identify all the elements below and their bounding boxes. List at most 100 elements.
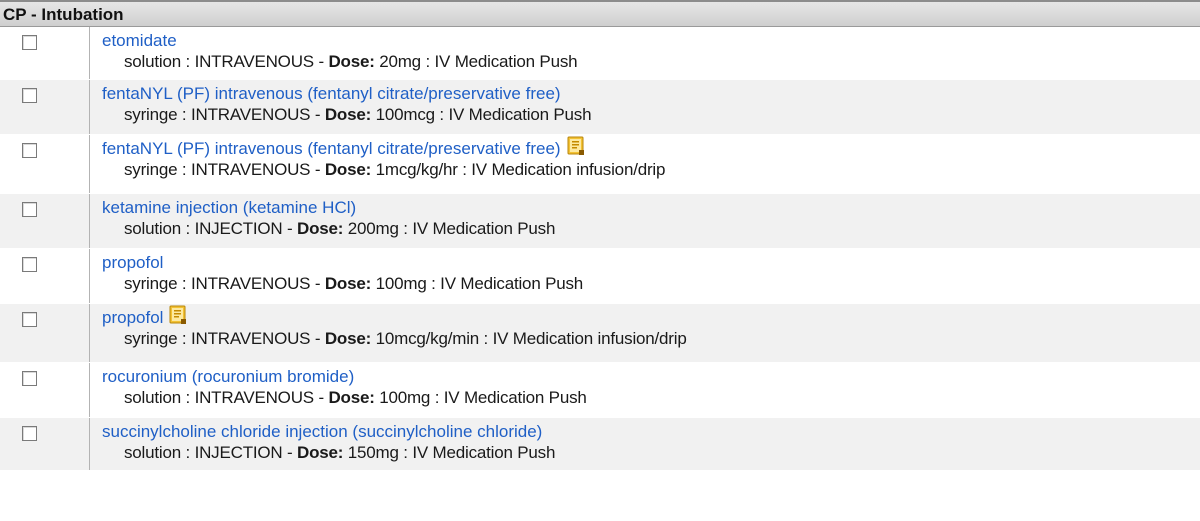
order-form: syringe — [124, 329, 178, 348]
order-content: ketamine injection (ketamine HCl) soluti… — [90, 194, 1200, 248]
order-details: syringe : INTRAVENOUS - Dose: 100mg : IV… — [124, 274, 584, 293]
medication-name-link[interactable]: fentaNYL (PF) intravenous (fentanyl citr… — [102, 139, 561, 159]
medication-name-link[interactable]: fentaNYL (PF) intravenous (fentanyl citr… — [102, 84, 561, 104]
order-checkbox[interactable] — [22, 35, 37, 50]
order-row: fentaNYL (PF) intravenous (fentanyl citr… — [0, 135, 1200, 194]
order-row: propofol syringe : INTRAVENOUS - Dose: 1… — [0, 304, 1200, 363]
order-dose: 100mcg — [375, 105, 435, 124]
order-row: fentaNYL (PF) intravenous (fentanyl citr… — [0, 80, 1200, 135]
order-route: INJECTION — [194, 219, 283, 238]
medication-line: fentaNYL (PF) intravenous (fentanyl citr… — [102, 83, 1200, 105]
order-row: propofol syringe : INTRAVENOUS - Dose: 1… — [0, 249, 1200, 304]
order-form: syringe — [124, 105, 178, 124]
dose-label: Dose: — [324, 329, 372, 348]
medication-line: rocuronium (rocuronium bromide) — [102, 366, 1200, 388]
medication-line: etomidate — [102, 30, 1200, 52]
order-route: INTRAVENOUS — [190, 329, 311, 348]
order-checkbox[interactable] — [22, 371, 37, 386]
dose-label: Dose: — [328, 52, 375, 71]
medication-name-link[interactable]: etomidate — [102, 31, 177, 51]
order-details: solution : INJECTION - Dose: 200mg : IV … — [124, 219, 556, 238]
order-admin: IV Medication Push — [448, 105, 592, 124]
order-dose: 200mg — [347, 219, 399, 238]
checkbox-cell — [0, 135, 90, 193]
order-admin: IV Medication Push — [434, 52, 578, 71]
order-form: solution — [124, 388, 181, 407]
order-details: syringe : INTRAVENOUS - Dose: 10mcg/kg/m… — [124, 329, 687, 348]
dose-label: Dose: — [328, 388, 375, 407]
checkbox-cell — [0, 418, 90, 470]
checkbox-cell — [0, 249, 90, 303]
dose-label: Dose: — [324, 105, 372, 124]
medication-line: succinylcholine chloride injection (succ… — [102, 421, 1200, 443]
order-route: INTRAVENOUS — [194, 52, 315, 71]
order-checkbox[interactable] — [22, 143, 37, 158]
order-form: syringe — [124, 160, 178, 179]
order-route: INTRAVENOUS — [194, 388, 315, 407]
order-checkbox[interactable] — [22, 426, 37, 441]
order-admin: IV Medication Push — [412, 443, 556, 462]
order-row: rocuronium (rocuronium bromide) solution… — [0, 363, 1200, 418]
order-details: solution : INTRAVENOUS - Dose: 20mg : IV… — [124, 52, 578, 71]
order-admin: IV Medication Push — [440, 274, 584, 293]
order-checkbox[interactable] — [22, 202, 37, 217]
medication-name-link[interactable]: succinylcholine chloride injection (succ… — [102, 422, 542, 442]
order-details: solution : INTRAVENOUS - Dose: 100mg : I… — [124, 388, 587, 407]
order-checkbox[interactable] — [22, 312, 37, 327]
order-admin: IV Medication Push — [412, 219, 556, 238]
note-icon[interactable] — [169, 305, 187, 324]
order-details: solution : INJECTION - Dose: 150mg : IV … — [124, 443, 556, 462]
order-dose: 100mg — [375, 274, 427, 293]
medication-line: ketamine injection (ketamine HCl) — [102, 197, 1200, 219]
dose-label: Dose: — [324, 274, 372, 293]
medication-name-link[interactable]: rocuronium (rocuronium bromide) — [102, 367, 354, 387]
checkbox-cell — [0, 80, 90, 134]
order-route: INTRAVENOUS — [190, 160, 311, 179]
dose-label: Dose: — [324, 160, 372, 179]
medication-name-link[interactable]: propofol — [102, 308, 163, 328]
medication-name-link[interactable]: propofol — [102, 253, 163, 273]
dose-label: Dose: — [297, 219, 344, 238]
order-dose: 20mg — [379, 52, 421, 71]
order-admin: IV Medication infusion/drip — [492, 329, 687, 348]
checkbox-cell — [0, 363, 90, 417]
order-route: INTRAVENOUS — [190, 274, 311, 293]
checkbox-cell — [0, 27, 90, 79]
medication-line: propofol — [102, 305, 1200, 329]
order-row: succinylcholine chloride injection (succ… — [0, 418, 1200, 471]
order-content: succinylcholine chloride injection (succ… — [90, 418, 1200, 470]
order-content: propofol syringe : INTRAVENOUS - Dose: 1… — [90, 304, 1200, 362]
order-content: propofol syringe : INTRAVENOUS - Dose: 1… — [90, 249, 1200, 303]
order-details: syringe : INTRAVENOUS - Dose: 1mcg/kg/hr… — [124, 160, 666, 179]
order-list: etomidate solution : INTRAVENOUS - Dose:… — [0, 27, 1200, 471]
order-checkbox[interactable] — [22, 88, 37, 103]
order-content: fentaNYL (PF) intravenous (fentanyl citr… — [90, 135, 1200, 193]
medication-name-link[interactable]: ketamine injection (ketamine HCl) — [102, 198, 356, 218]
section-header: CP - Intubation — [0, 0, 1200, 27]
checkbox-cell — [0, 194, 90, 248]
order-route: INTRAVENOUS — [190, 105, 311, 124]
order-dose: 1mcg/kg/hr — [375, 160, 458, 179]
order-form: solution — [124, 52, 181, 71]
order-form: syringe — [124, 274, 178, 293]
order-route: INJECTION — [194, 443, 283, 462]
order-dose: 100mg — [379, 388, 431, 407]
note-icon[interactable] — [567, 136, 585, 155]
order-admin: IV Medication infusion/drip — [471, 160, 666, 179]
order-row: ketamine injection (ketamine HCl) soluti… — [0, 194, 1200, 249]
order-row: etomidate solution : INTRAVENOUS - Dose:… — [0, 27, 1200, 80]
order-panel: CP - Intubation etomidate solution : INT… — [0, 0, 1200, 521]
checkbox-cell — [0, 304, 90, 362]
medication-line: propofol — [102, 252, 1200, 274]
order-form: solution — [124, 443, 181, 462]
medication-line: fentaNYL (PF) intravenous (fentanyl citr… — [102, 136, 1200, 160]
order-content: etomidate solution : INTRAVENOUS - Dose:… — [90, 27, 1200, 79]
order-dose: 10mcg/kg/min — [375, 329, 480, 348]
dose-label: Dose: — [297, 443, 344, 462]
order-content: fentaNYL (PF) intravenous (fentanyl citr… — [90, 80, 1200, 134]
order-form: solution — [124, 219, 181, 238]
order-details: syringe : INTRAVENOUS - Dose: 100mcg : I… — [124, 105, 592, 124]
order-admin: IV Medication Push — [443, 388, 587, 407]
order-content: rocuronium (rocuronium bromide) solution… — [90, 363, 1200, 417]
order-checkbox[interactable] — [22, 257, 37, 272]
